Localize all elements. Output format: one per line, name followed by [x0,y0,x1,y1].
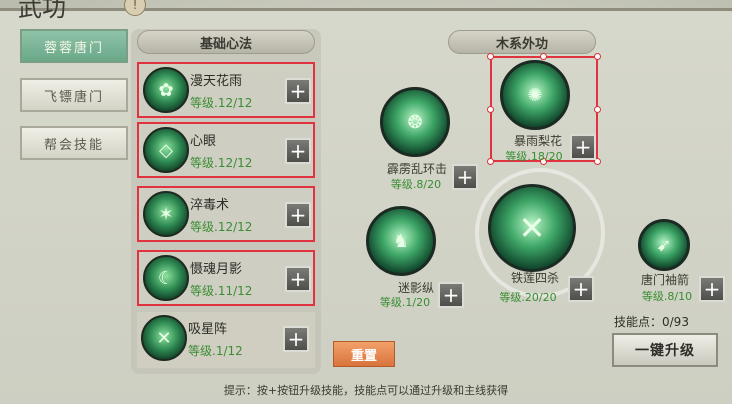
skill-level: 等级.8/20 [390,178,442,191]
skill-window: 武功 ! 蓉蓉唐门 飞镖唐门 帮会技能 基础心法 ✿ 漫天花雨 等级.12/12… [0,0,732,404]
sleeve-arrow-icon[interactable]: ➹ [638,219,690,271]
upgrade-plus-button[interactable]: + [438,282,464,308]
basic-skills-header: 基础心法 [137,30,315,54]
star-array-icon: ✕ [141,315,187,361]
skill-name: 唐门袖箭 [640,273,689,287]
thunder-ring-icon[interactable]: ❂ [380,87,450,157]
tab-sect-1[interactable]: 蓉蓉唐门 [20,29,128,63]
upgrade-plus-button[interactable]: + [570,134,596,160]
flower-rain-icon: ✿ [143,67,189,113]
skill-level: 等级.12/12 [190,220,253,234]
upgrade-plus-button[interactable]: + [285,266,311,292]
hint-text: 提示：按+按钮升级技能，技能点可以通过升级和主线获得 [223,384,509,397]
poison-icon: ✶ [143,191,189,237]
skill-name: 慑魂月影 [190,262,243,277]
skill-name: 漫天花雨 [190,74,243,89]
skill-name: 霹雳乱环击 [386,162,447,176]
upgrade-plus-button[interactable]: + [452,164,478,190]
basic-skill-row: ◇ 心眼 等级.12/12 + [137,122,315,178]
selection-handle [594,53,601,60]
skill-points-label: 技能点：0/93 [614,315,689,329]
tab-guild-skills[interactable]: 帮会技能 [20,126,128,160]
basic-skill-row: ✿ 漫天花雨 等级.12/12 + [137,62,315,118]
upgrade-plus-button[interactable]: + [699,276,725,302]
heart-eye-icon: ◇ [143,127,189,173]
upgrade-plus-button[interactable]: + [285,138,311,164]
selection-handle [487,53,494,60]
upgrade-plus-button[interactable]: + [285,78,311,104]
tab-sect-2[interactable]: 飞镖唐门 [20,78,128,112]
skill-name: 暴雨梨花 [513,134,562,148]
basic-skill-row: ☾ 慑魂月影 等级.11/12 + [137,250,315,306]
one-click-upgrade-button[interactable]: 一键升级 [612,333,718,367]
upgrade-plus-button[interactable]: + [568,276,594,302]
storm-pear-icon[interactable]: ✺ [500,60,570,130]
skill-name: 吸星阵 [188,322,228,337]
selection-handle [540,53,547,60]
skill-name: 淬毒术 [190,198,230,213]
skill-level: 等级.12/12 [190,156,253,170]
skill-level: 等级.1/20 [379,296,431,309]
selection-handle [487,106,494,113]
skill-level: 等级.11/12 [190,284,253,298]
skill-level: 等级.20/20 [499,291,557,304]
selection-handle [487,158,494,165]
reset-button[interactable]: 重置 [333,341,395,367]
basic-skill-row: ✶ 淬毒术 等级.12/12 + [137,186,315,242]
iron-lotus-icon[interactable]: ✕ [488,184,576,272]
shadow-leap-icon[interactable]: ♞ [366,206,436,276]
moon-shadow-icon: ☾ [143,255,189,301]
wood-skills-header: 木系外功 [448,30,596,54]
skill-name: 铁莲四杀 [510,271,559,285]
skill-level: 等级.12/12 [190,96,253,110]
skill-level: 等级.18/20 [505,150,563,163]
title-bar: 武功 ! [0,0,146,22]
basic-skill-row: ✕ 吸星阵 等级.1/12 + [137,312,315,368]
upgrade-plus-button[interactable]: + [283,326,309,352]
window-title: 武功 [18,0,66,22]
skill-level: 等级.8/10 [641,290,693,303]
skill-level: 等级.1/12 [188,344,243,358]
upgrade-plus-button[interactable]: + [285,202,311,228]
skill-name: 心眼 [190,134,217,149]
selection-handle [594,106,601,113]
